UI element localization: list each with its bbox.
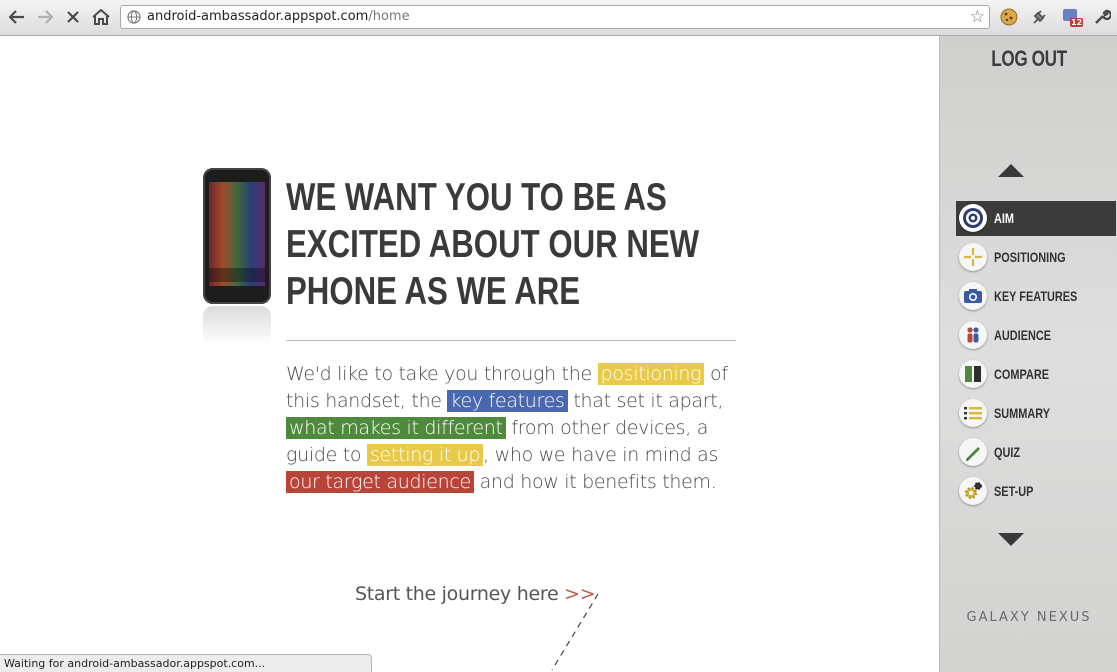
wrench-icon	[1095, 9, 1111, 24]
intro-text: and how it benefits them.	[473, 471, 717, 493]
page-headline: WE WANT YOU TO BE AS EXCITED ABOUT OUR N…	[286, 174, 700, 315]
nav-item-set-up[interactable]: SET-UP	[956, 474, 1116, 509]
divider	[286, 340, 736, 341]
bookmark-star-icon[interactable]: ☆	[970, 7, 985, 27]
logout-button[interactable]: LOG OUT	[960, 46, 1099, 72]
phone-device	[203, 168, 271, 304]
nav-label: AUDIENCE	[994, 327, 1052, 343]
scroll-down-arrow-icon[interactable]	[998, 533, 1024, 546]
forward-button[interactable]	[34, 6, 56, 28]
highlight-key-features[interactable]: key features	[447, 390, 568, 412]
back-arrow-icon	[9, 10, 24, 24]
stop-button[interactable]	[62, 6, 84, 28]
crosshair-icon	[959, 243, 987, 271]
back-button[interactable]	[6, 6, 28, 28]
highlight-target-audience[interactable]: our target audience	[286, 471, 474, 493]
dashed-path-line	[551, 593, 599, 671]
nav-label: KEY FEATURES	[994, 288, 1078, 304]
compare-icon	[959, 360, 987, 388]
people-icon	[959, 321, 987, 349]
extension-badge: 12	[1071, 18, 1083, 27]
nav-label: QUIZ	[994, 444, 1021, 460]
nav-item-summary[interactable]: SUMMARY	[956, 396, 1116, 431]
start-journey-label: Start the journey here	[355, 583, 559, 605]
browser-toolbar: android-ambassador.appspot.com/home ☆ 12	[0, 0, 1117, 36]
headline-line-1: WE WANT YOU TO BE AS	[286, 176, 667, 219]
home-icon	[92, 9, 110, 25]
scroll-up-arrow-icon[interactable]	[998, 164, 1024, 177]
plug-extension-icon[interactable]	[1028, 6, 1050, 28]
nav-item-aim[interactable]: AIM	[956, 201, 1116, 236]
nav-label: AIM	[994, 210, 1015, 226]
status-bubble: Waiting for android-ambassador.appspot.c…	[0, 654, 372, 672]
headline-line-2: EXCITED ABOUT OUR NEW	[286, 223, 700, 266]
list-icon	[959, 399, 987, 427]
nav-item-key-features[interactable]: KEY FEATURES	[956, 279, 1116, 314]
wrench-menu-button[interactable]	[1091, 6, 1113, 28]
nav-label: SUMMARY	[994, 405, 1051, 421]
intro-text: , who we have in mind as	[483, 444, 719, 466]
nav-item-quiz[interactable]: QUIZ	[956, 435, 1116, 470]
nav-label: SET-UP	[994, 483, 1034, 499]
pencil-icon	[959, 438, 987, 466]
address-bar[interactable]: android-ambassador.appspot.com/home ☆	[120, 5, 990, 29]
nav-item-audience[interactable]: AUDIENCE	[956, 318, 1116, 353]
highlight-setting-it-up[interactable]: setting it up	[366, 444, 484, 466]
brand-logo: GALAXY NEXUS	[966, 610, 1092, 625]
highlight-positioning[interactable]: positioning	[597, 363, 705, 385]
stop-icon	[67, 11, 79, 23]
nav-item-compare[interactable]: COMPARE	[956, 357, 1116, 392]
cookie-extension-icon[interactable]	[998, 6, 1020, 28]
nav-label: COMPARE	[994, 366, 1050, 382]
camera-icon	[959, 282, 987, 310]
highlight-what-makes-it-different[interactable]: what makes it different	[286, 417, 506, 439]
nav-item-positioning[interactable]: POSITIONING	[956, 240, 1116, 275]
intro-text: that set it apart,	[567, 390, 724, 412]
forward-arrow-icon	[38, 10, 53, 24]
notification-extension-icon[interactable]: 12	[1061, 6, 1083, 28]
url-text: android-ambassador.appspot.com/home	[147, 9, 410, 24]
sidebar: LOG OUT AIM POSITIONING KEY FEATURES AUD…	[939, 36, 1117, 672]
headline-line-3: PHONE AS WE ARE	[286, 270, 581, 313]
phone-dock	[209, 268, 265, 282]
home-button[interactable]	[90, 6, 112, 28]
gear-icon	[959, 477, 987, 505]
phone-reflection	[203, 306, 271, 346]
intro-text: We'd like to take you through the	[286, 363, 598, 385]
intro-paragraph: We'd like to take you through the positi…	[286, 361, 746, 496]
globe-icon	[127, 10, 141, 24]
nav-label: POSITIONING	[994, 249, 1066, 265]
target-icon	[959, 204, 987, 232]
